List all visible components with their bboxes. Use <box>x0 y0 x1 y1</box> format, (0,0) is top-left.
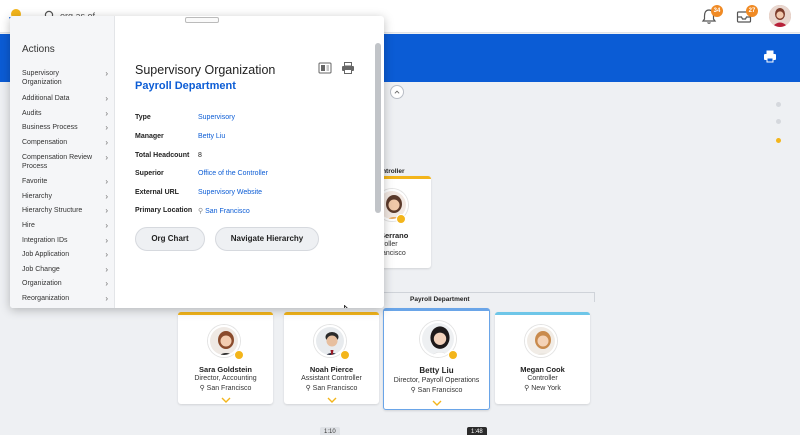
print-icon[interactable] <box>341 62 355 74</box>
field-value-superior[interactable]: Office of the Controller <box>198 170 268 177</box>
chevron-right-icon: › <box>105 206 108 215</box>
action-item-supervisory-organization[interactable]: Supervisory Organization › <box>22 69 108 87</box>
card-name: Noah Pierce <box>309 365 354 374</box>
chevron-right-icon: › <box>105 250 108 259</box>
chevron-right-icon: › <box>105 94 108 103</box>
org-card-selected[interactable]: Betty Liu Director, Payroll Operations ⚲… <box>383 308 490 410</box>
action-item-audits[interactable]: Audits › <box>22 109 108 118</box>
action-item-hire[interactable]: Hire › <box>22 221 108 230</box>
notifications-badge: 34 <box>711 5 723 17</box>
popup-title: Supervisory Organization <box>135 63 276 77</box>
card-role: Assistant Controller <box>301 375 362 382</box>
person-photo-icon <box>527 327 555 355</box>
field-value-external-url[interactable]: Supervisory Website <box>198 189 262 196</box>
action-item-job-change[interactable]: Job Change › <box>22 265 108 274</box>
action-item-additional-data[interactable]: Additional Data › <box>22 94 108 103</box>
location-pin-icon: ⚲ <box>305 385 313 392</box>
chevron-right-icon: › <box>105 123 108 132</box>
card-location: ⚲ San Francisco <box>410 387 463 394</box>
mouse-cursor-icon <box>344 305 348 308</box>
chevron-right-icon: › <box>105 177 108 186</box>
field-label-primary-location: Primary Location <box>135 207 193 214</box>
field-value-manager[interactable]: Betty Liu <box>198 133 225 140</box>
org-card[interactable]: Sara Goldstein Director, Accounting ⚲ Sa… <box>178 312 273 404</box>
org-card[interactable]: Noah Pierce Assistant Controller ⚲ San F… <box>284 312 379 404</box>
user-photo-icon <box>769 5 791 27</box>
inbox-badge: 27 <box>746 5 758 17</box>
field-value-primary-location[interactable]: ⚲ San Francisco <box>198 207 250 215</box>
field-label-headcount: Total Headcount <box>135 152 190 159</box>
actions-panel: Actions Supervisory Organization › Additi… <box>10 16 115 308</box>
chevron-right-icon: › <box>105 109 108 118</box>
manager-badge-icon <box>234 350 244 360</box>
field-label-type: Type <box>135 114 151 121</box>
action-item-hierarchy-structure[interactable]: Hierarchy Structure › <box>22 206 108 215</box>
action-item-business-process[interactable]: Business Process › <box>22 123 108 132</box>
chevron-down-icon[interactable] <box>327 397 337 403</box>
chevron-right-icon: › <box>105 153 108 162</box>
chevron-right-icon: › <box>105 236 108 245</box>
card-location: ⚲ San Francisco <box>305 385 358 392</box>
view-details-icon[interactable] <box>318 62 332 74</box>
card-role: Controller <box>527 375 558 382</box>
drag-handle[interactable] <box>185 17 219 23</box>
chevron-down-icon[interactable] <box>221 397 231 403</box>
actions-title: Actions <box>22 44 55 55</box>
org-detail-popup: Actions Supervisory Organization › Additi… <box>10 16 384 308</box>
user-avatar[interactable] <box>769 5 791 27</box>
chevron-right-icon: › <box>105 265 108 274</box>
action-item-compensation[interactable]: Compensation › <box>22 138 108 147</box>
chevron-right-icon: › <box>105 138 108 147</box>
action-item-job-application[interactable]: Job Application › <box>22 250 108 259</box>
card-location: ⚲ New York <box>524 385 561 392</box>
notifications-button[interactable]: 34 <box>700 5 723 26</box>
field-label-manager: Manager <box>135 133 164 140</box>
action-item-organization[interactable]: Organization › <box>22 279 108 288</box>
popup-scrollbar[interactable] <box>375 43 381 213</box>
chevron-right-icon: › <box>105 221 108 230</box>
card-name: Sara Goldstein <box>199 365 252 374</box>
field-label-external-url: External URL <box>135 189 179 196</box>
action-item-hierarchy[interactable]: Hierarchy › <box>22 192 108 201</box>
print-icon[interactable] <box>763 49 777 63</box>
field-value-type[interactable]: Supervisory <box>198 114 235 121</box>
location-pin-icon: ⚲ <box>410 387 418 394</box>
org-chart-button[interactable]: Org Chart <box>135 227 205 251</box>
avatar <box>525 325 557 357</box>
card-role: Director, Accounting <box>194 375 257 382</box>
video-total-time: 1:48 <box>467 427 487 435</box>
action-item-reorganization[interactable]: Reorganization › <box>22 294 108 303</box>
card-role: Director, Payroll Operations <box>393 377 480 384</box>
manager-badge-icon <box>396 214 406 224</box>
manager-badge-icon <box>340 350 350 360</box>
card-name: Megan Cook <box>520 365 565 374</box>
chevron-right-icon: › <box>105 192 108 201</box>
card-name: Betty Liu <box>419 366 454 375</box>
action-item-integration-ids[interactable]: Integration IDs › <box>22 236 108 245</box>
action-item-compensation-review-process[interactable]: Compensation Review Process › <box>22 153 108 171</box>
action-item-favorite[interactable]: Favorite › <box>22 177 108 186</box>
popup-subtitle: Payroll Department <box>135 80 236 92</box>
department-label: Payroll Department <box>410 296 470 303</box>
org-card[interactable]: Megan Cook Controller ⚲ New York <box>495 312 590 404</box>
navigate-hierarchy-button[interactable]: Navigate Hierarchy <box>215 227 319 251</box>
card-location: ⚲ San Francisco <box>199 385 252 392</box>
nav-dot[interactable] <box>776 119 781 124</box>
field-value-headcount: 8 <box>198 152 202 159</box>
chevron-down-icon[interactable] <box>432 400 442 406</box>
chevron-right-icon: › <box>105 294 108 303</box>
collapse-up-icon[interactable] <box>390 85 404 99</box>
manager-badge-icon <box>448 350 458 360</box>
video-elapsed-time: 1:10 <box>320 427 340 435</box>
field-label-superior: Superior <box>135 170 164 177</box>
inbox-button[interactable]: 27 <box>735 5 758 26</box>
location-pin-icon: ⚲ <box>199 385 207 392</box>
nav-dot-active[interactable] <box>776 138 781 143</box>
chevron-right-icon: › <box>105 279 108 288</box>
chevron-right-icon: › <box>105 69 108 78</box>
nav-dot[interactable] <box>776 102 781 107</box>
